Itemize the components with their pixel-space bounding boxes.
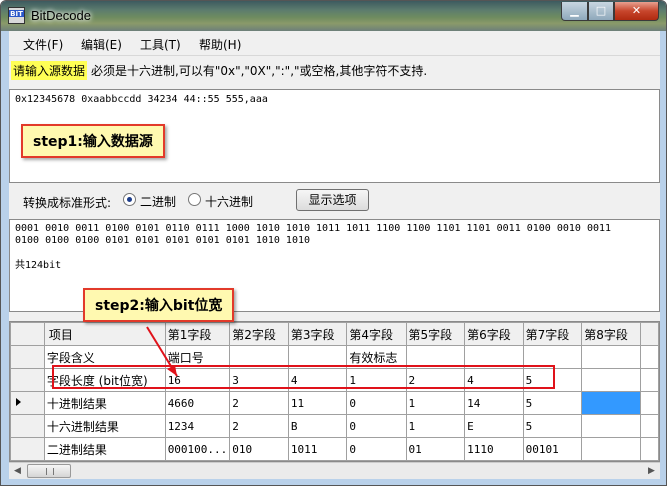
column-header[interactable]: 第5字段 (405, 322, 466, 346)
bit-width-row-highlight (52, 365, 555, 389)
grid-cell[interactable] (581, 345, 641, 369)
row-header[interactable] (10, 345, 45, 369)
grid-cell[interactable]: 2 (229, 414, 289, 438)
grid-cell[interactable] (581, 414, 641, 438)
menu-edit[interactable]: 编辑(E) (81, 36, 122, 53)
menu-file[interactable]: 文件(F) (23, 36, 63, 53)
row-label[interactable]: 十进制结果 (43, 391, 166, 415)
horizontal-scrollbar[interactable]: ◀ ▶ (9, 462, 660, 479)
column-header-overflow (639, 322, 659, 346)
row-header-current[interactable] (10, 391, 45, 415)
radio-hex-label[interactable]: 十六进制 (205, 193, 253, 210)
grid-cell[interactable]: E (464, 414, 524, 438)
grid-cell[interactable] (581, 437, 641, 461)
grid-cell[interactable]: 5 (522, 414, 583, 438)
current-row-pointer-icon (16, 398, 21, 406)
client-area: 文件(F) 编辑(E) 工具(T) 帮助(H) 请输入源数据 必须是十六进制,可… (9, 31, 660, 479)
column-header[interactable]: 第6字段 (464, 322, 524, 346)
grid-cell[interactable] (639, 368, 659, 392)
grid-cell[interactable]: 0 (346, 414, 407, 438)
field-grid[interactable]: 项目 第1字段 第2字段 第3字段 第4字段 第5字段 第6字段 第7字段 第8… (9, 321, 660, 462)
convert-format-label: 转换成标准形式: (23, 196, 112, 210)
input-hint-label: 请输入源数据 (11, 61, 88, 80)
grid-cell[interactable]: 000100... (164, 437, 231, 461)
grid-cell[interactable] (639, 391, 659, 415)
menu-tools[interactable]: 工具(T) (140, 36, 181, 53)
row-label[interactable]: 二进制结果 (43, 437, 166, 461)
maximize-button[interactable]: □ (588, 2, 614, 21)
grid-cell[interactable] (639, 414, 659, 438)
grid-cell[interactable]: 2 (229, 391, 289, 415)
radio-hex[interactable] (188, 193, 201, 206)
radio-binary-label[interactable]: 二进制 (140, 193, 176, 210)
table-row[interactable]: 二进制结果 000100... 010 1011 0 01 1110 00101 (10, 437, 659, 461)
input-hint-text: 必须是十六进制,可以有"0x","0X",":","或空格,其他字符不支持. (91, 64, 428, 78)
maximize-icon: □ (595, 4, 607, 17)
grid-header-row: 项目 第1字段 第2字段 第3字段 第4字段 第5字段 第6字段 第7字段 第8… (10, 322, 659, 346)
bit-count: 共124bit (15, 260, 62, 271)
column-header[interactable]: 第4字段 (346, 322, 407, 346)
title-bar[interactable]: BIT BitDecode ▁ □ ✕ (1, 1, 666, 31)
scroll-left-icon[interactable]: ◀ (9, 463, 26, 479)
row-label[interactable]: 十六进制结果 (43, 414, 166, 438)
column-header[interactable]: 第7字段 (522, 322, 583, 346)
row-header[interactable] (10, 368, 45, 392)
grid-cell[interactable]: 0 (346, 391, 407, 415)
minimize-button[interactable]: ▁ (561, 2, 588, 21)
source-data-value[interactable]: 0x12345678 0xaabbccdd 34234 44::55 555,a… (15, 94, 268, 106)
grid-cell[interactable]: 1110 (464, 437, 524, 461)
table-row[interactable]: 十六进制结果 1234 2 B 0 1 E 5 (10, 414, 659, 438)
menu-help[interactable]: 帮助(H) (199, 36, 241, 53)
grid-cell[interactable]: 14 (464, 391, 524, 415)
show-options-button[interactable]: 显示选项 (296, 189, 369, 211)
grid-cell[interactable]: 1234 (164, 414, 231, 438)
column-header[interactable]: 第8字段 (581, 322, 641, 346)
grid-cell[interactable]: B (287, 414, 348, 438)
close-button[interactable]: ✕ (614, 2, 659, 21)
grid-cell[interactable] (639, 437, 659, 461)
grid-cell[interactable]: 11 (287, 391, 348, 415)
scroll-right-icon[interactable]: ▶ (643, 463, 660, 479)
column-header[interactable]: 第3字段 (287, 322, 348, 346)
binary-output: 0001 0010 0011 0100 0101 0110 0111 1000 … (15, 223, 645, 247)
radio-binary[interactable] (123, 193, 136, 206)
menu-bar: 文件(F) 编辑(E) 工具(T) 帮助(H) (9, 31, 660, 56)
table-row-current[interactable]: 十进制结果 4660 2 11 0 1 14 5 (10, 391, 659, 415)
grid-cell[interactable]: 1011 (287, 437, 348, 461)
grid-cell[interactable] (639, 345, 659, 369)
grid-cell[interactable]: 00101 (522, 437, 583, 461)
column-header[interactable]: 第1字段 (164, 322, 231, 346)
grid-cell[interactable]: 01 (405, 437, 466, 461)
hint-row: 请输入源数据 必须是十六进制,可以有"0x","0X",":","或空格,其他字… (9, 58, 660, 82)
app-icon[interactable]: BIT (8, 7, 25, 24)
window-title: BitDecode (31, 8, 91, 23)
binary-output-line-2: 0100 0100 0100 0101 0101 0101 0101 0101 … (15, 235, 311, 246)
step2-callout: step2:输入bit位宽 (83, 288, 235, 322)
minimize-icon: ▁ (570, 4, 579, 17)
column-header[interactable]: 项目 (43, 322, 166, 346)
row-header[interactable] (10, 437, 45, 461)
grid-cell[interactable]: 010 (229, 437, 289, 461)
grid-cell[interactable]: 5 (522, 391, 583, 415)
app-window: BIT BitDecode ▁ □ ✕ 文件(F) 编辑(E) 工具(T) 帮助… (0, 0, 667, 486)
row-header[interactable] (10, 414, 45, 438)
grid-cell[interactable] (581, 368, 641, 392)
grid-corner (10, 322, 45, 346)
grid-cell-selected[interactable] (581, 391, 641, 415)
scrollbar-thumb[interactable] (27, 464, 71, 478)
step1-callout: step1:输入数据源 (21, 124, 165, 158)
grid-cell[interactable]: 0 (346, 437, 407, 461)
binary-output-line-1: 0001 0010 0011 0100 0101 0110 0111 1000 … (15, 223, 612, 234)
column-header[interactable]: 第2字段 (229, 322, 289, 346)
close-icon: ✕ (631, 4, 642, 17)
grid-cell[interactable]: 1 (405, 414, 466, 438)
convert-row: 转换成标准形式: 二进制 十六进制 显示选项 (9, 187, 660, 215)
grid-cell[interactable]: 4660 (164, 391, 231, 415)
grid-cell[interactable]: 1 (405, 391, 466, 415)
scrollbar-grip-icon (46, 468, 54, 475)
